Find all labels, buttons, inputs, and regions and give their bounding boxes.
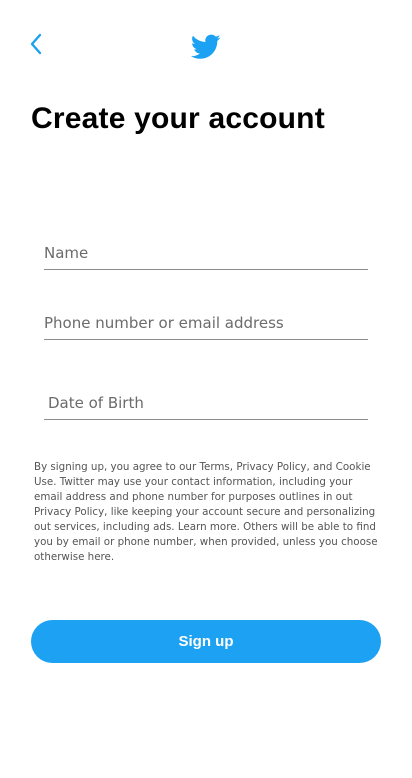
- legal-disclaimer: By signing up, you agree to our Terms, P…: [34, 461, 378, 563]
- date-of-birth-input[interactable]: [44, 386, 368, 420]
- page-title: Create your account: [31, 102, 325, 135]
- name-input[interactable]: [44, 236, 368, 270]
- chevron-left-icon: [30, 33, 42, 55]
- phone-or-email-input[interactable]: [44, 306, 368, 340]
- twitter-bird-icon: [191, 34, 221, 59]
- sign-up-button[interactable]: Sign up: [31, 620, 381, 663]
- back-button[interactable]: [24, 31, 48, 57]
